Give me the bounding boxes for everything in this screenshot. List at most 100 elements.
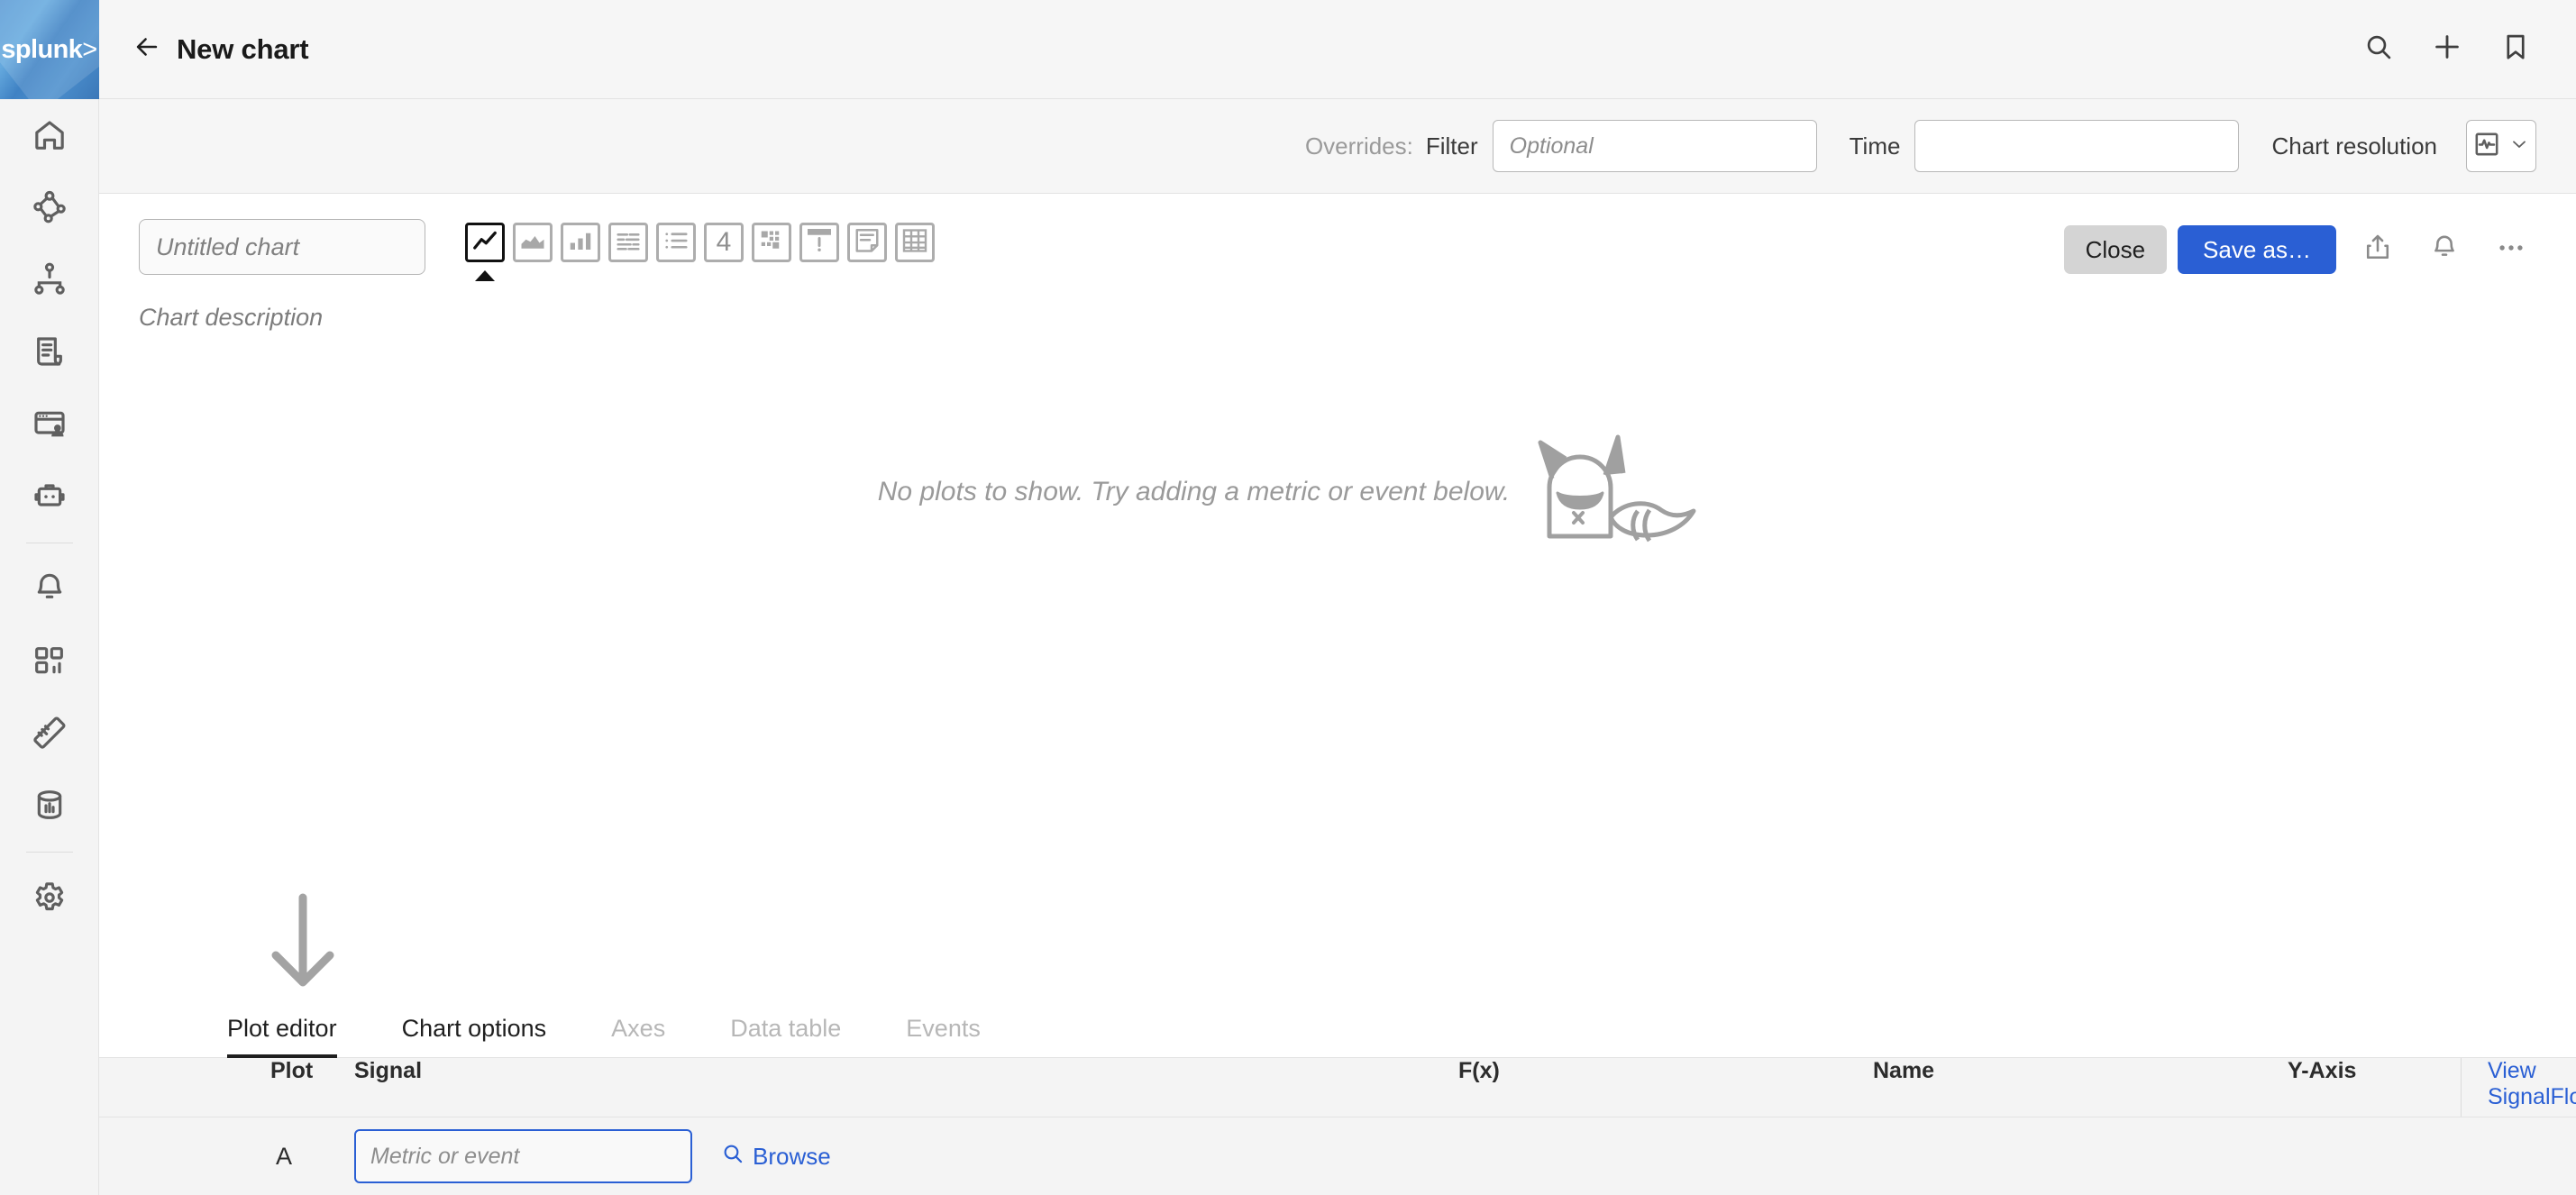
- tab-axes[interactable]: Axes: [611, 1015, 665, 1057]
- splunk-logo[interactable]: splunk>: [0, 0, 99, 99]
- sidebar-item-alerts[interactable]: [0, 552, 99, 625]
- chart-alert-button[interactable]: [2419, 224, 2470, 275]
- pulse-square-icon: [2472, 130, 2501, 163]
- plot-table-header: Plot Signal F(x) Name Y-Axis View Signal…: [99, 1058, 2576, 1117]
- chart-resolution-button[interactable]: [2466, 120, 2536, 172]
- ruler-icon: [32, 715, 68, 751]
- chart-type-column[interactable]: [561, 223, 600, 262]
- back-button[interactable]: [126, 29, 168, 70]
- header-search-button[interactable]: [2351, 22, 2407, 78]
- log-document-icon: [32, 333, 68, 369]
- chart-title-input[interactable]: [139, 219, 425, 275]
- share-button[interactable]: [2352, 224, 2403, 275]
- chart-type-event-feed[interactable]: [799, 223, 839, 262]
- page-title: New chart: [177, 32, 309, 65]
- text-note-chart-icon: [854, 227, 881, 259]
- app-root: splunk> New chart Overrides: Filter Opti…: [0, 0, 2576, 1195]
- home-icon: [32, 117, 68, 153]
- left-sidebar: splunk>: [0, 0, 99, 1195]
- time-input[interactable]: [1914, 120, 2240, 172]
- chevron-down-icon: [2508, 133, 2530, 160]
- column-header-fx: F(x): [1458, 1058, 1500, 1083]
- close-button[interactable]: Close: [2063, 225, 2168, 274]
- chart-resolution-label: Chart resolution: [2271, 132, 2437, 160]
- column-header-signal: Signal: [354, 1058, 423, 1083]
- area-chart-icon: [519, 227, 546, 259]
- chart-type-list[interactable]: [656, 223, 696, 262]
- robot-icon: [32, 478, 68, 514]
- sidebar-item-data-management[interactable]: [0, 769, 99, 841]
- hierarchy-icon: [32, 261, 68, 297]
- sidebar-item-rum[interactable]: [0, 388, 99, 460]
- gear-icon: [32, 880, 68, 916]
- table-row: A Browse: [99, 1117, 2576, 1195]
- tab-data-table[interactable]: Data table: [730, 1015, 841, 1057]
- sidebar-nav: [0, 99, 98, 934]
- main-area: New chart Overrides: Filter Optional Tim…: [99, 0, 2576, 1195]
- column-header-name: Name: [1873, 1058, 1935, 1083]
- tab-chart-options[interactable]: Chart options: [402, 1015, 547, 1057]
- service-map-icon: [32, 189, 68, 225]
- chart-type-picker: 4: [465, 219, 935, 285]
- browse-label: Browse: [753, 1142, 831, 1170]
- chart-title-column: Chart description: [139, 219, 427, 332]
- empty-state: No plots to show. Try adding a metric or…: [878, 432, 1698, 553]
- chart-type-histogram[interactable]: [608, 223, 648, 262]
- signalflow-divider: [2461, 1058, 2462, 1117]
- empty-state-message: No plots to show. Try adding a metric or…: [877, 477, 1511, 506]
- browser-user-icon: [32, 406, 68, 442]
- chart-type-area[interactable]: [513, 223, 553, 262]
- sidebar-item-settings[interactable]: [0, 862, 99, 934]
- save-as-button[interactable]: Save as…: [2178, 225, 2336, 274]
- plot-row-letter: A: [276, 1142, 293, 1170]
- chart-type-line[interactable]: [465, 223, 505, 262]
- share-export-icon: [2362, 233, 2393, 268]
- bookmark-icon: [2500, 32, 2531, 67]
- dashboard-grid-icon: [32, 643, 68, 679]
- tabs-zone: Plot editor Chart options Axes Data tabl…: [99, 887, 2576, 1058]
- plot-editor-hint-arrow: [260, 892, 346, 996]
- sidebar-item-log-observer[interactable]: [0, 315, 99, 388]
- sidebar-item-apm[interactable]: [0, 171, 99, 243]
- header-bookmark-button[interactable]: [2488, 22, 2544, 78]
- browse-button[interactable]: Browse: [721, 1142, 831, 1172]
- view-signalflow-link[interactable]: View SignalFlow: [2488, 1058, 2576, 1110]
- chart-type-text-note[interactable]: [847, 223, 887, 262]
- chart-actions: Close Save as…: [2063, 219, 2536, 275]
- chart-description[interactable]: Chart description: [139, 304, 427, 332]
- tab-events[interactable]: Events: [906, 1015, 981, 1057]
- overrides-bar: Overrides: Filter Time Chart resolution: [99, 99, 2576, 194]
- splunk-owl-mascot: [1522, 432, 1698, 553]
- bell-icon: [2429, 233, 2460, 268]
- editor-tabs: Plot editor Chart options Axes Data tabl…: [99, 999, 2576, 1058]
- more-horizontal-icon: [2496, 233, 2526, 268]
- sidebar-item-infrastructure[interactable]: [0, 243, 99, 315]
- top-header: New chart: [99, 0, 2576, 99]
- filter-label: Filter: [1425, 132, 1478, 160]
- chart-type-table[interactable]: [895, 223, 935, 262]
- chart-type-selected-caret: [465, 269, 505, 285]
- overrides-label: Overrides:: [1304, 132, 1413, 160]
- event-feed-chart-icon: [806, 227, 833, 259]
- column-chart-icon: [567, 227, 594, 259]
- header-add-button[interactable]: [2419, 22, 2475, 78]
- chart-type-single-value[interactable]: 4: [704, 223, 744, 262]
- database-icon: [32, 787, 68, 823]
- chart-type-heatmap[interactable]: [752, 223, 791, 262]
- signal-input[interactable]: [354, 1129, 692, 1183]
- bell-icon: [32, 570, 68, 607]
- chart-type-row: 4: [465, 223, 935, 262]
- search-icon: [721, 1142, 744, 1172]
- table-chart-icon: [901, 227, 928, 259]
- sidebar-item-synthetics[interactable]: [0, 460, 99, 532]
- list-chart-icon: [662, 227, 690, 259]
- tab-plot-editor[interactable]: Plot editor: [227, 1015, 337, 1058]
- search-icon: [2363, 32, 2394, 67]
- sidebar-item-home[interactable]: [0, 99, 99, 171]
- filter-input[interactable]: [1492, 120, 1817, 172]
- logo-text: splunk: [1, 34, 83, 64]
- sidebar-item-metrics[interactable]: [0, 697, 99, 769]
- sidebar-item-dashboards[interactable]: [0, 625, 99, 697]
- more-options-button[interactable]: [2486, 224, 2536, 275]
- chart-canvas: No plots to show. Try adding a metric or…: [99, 332, 2576, 887]
